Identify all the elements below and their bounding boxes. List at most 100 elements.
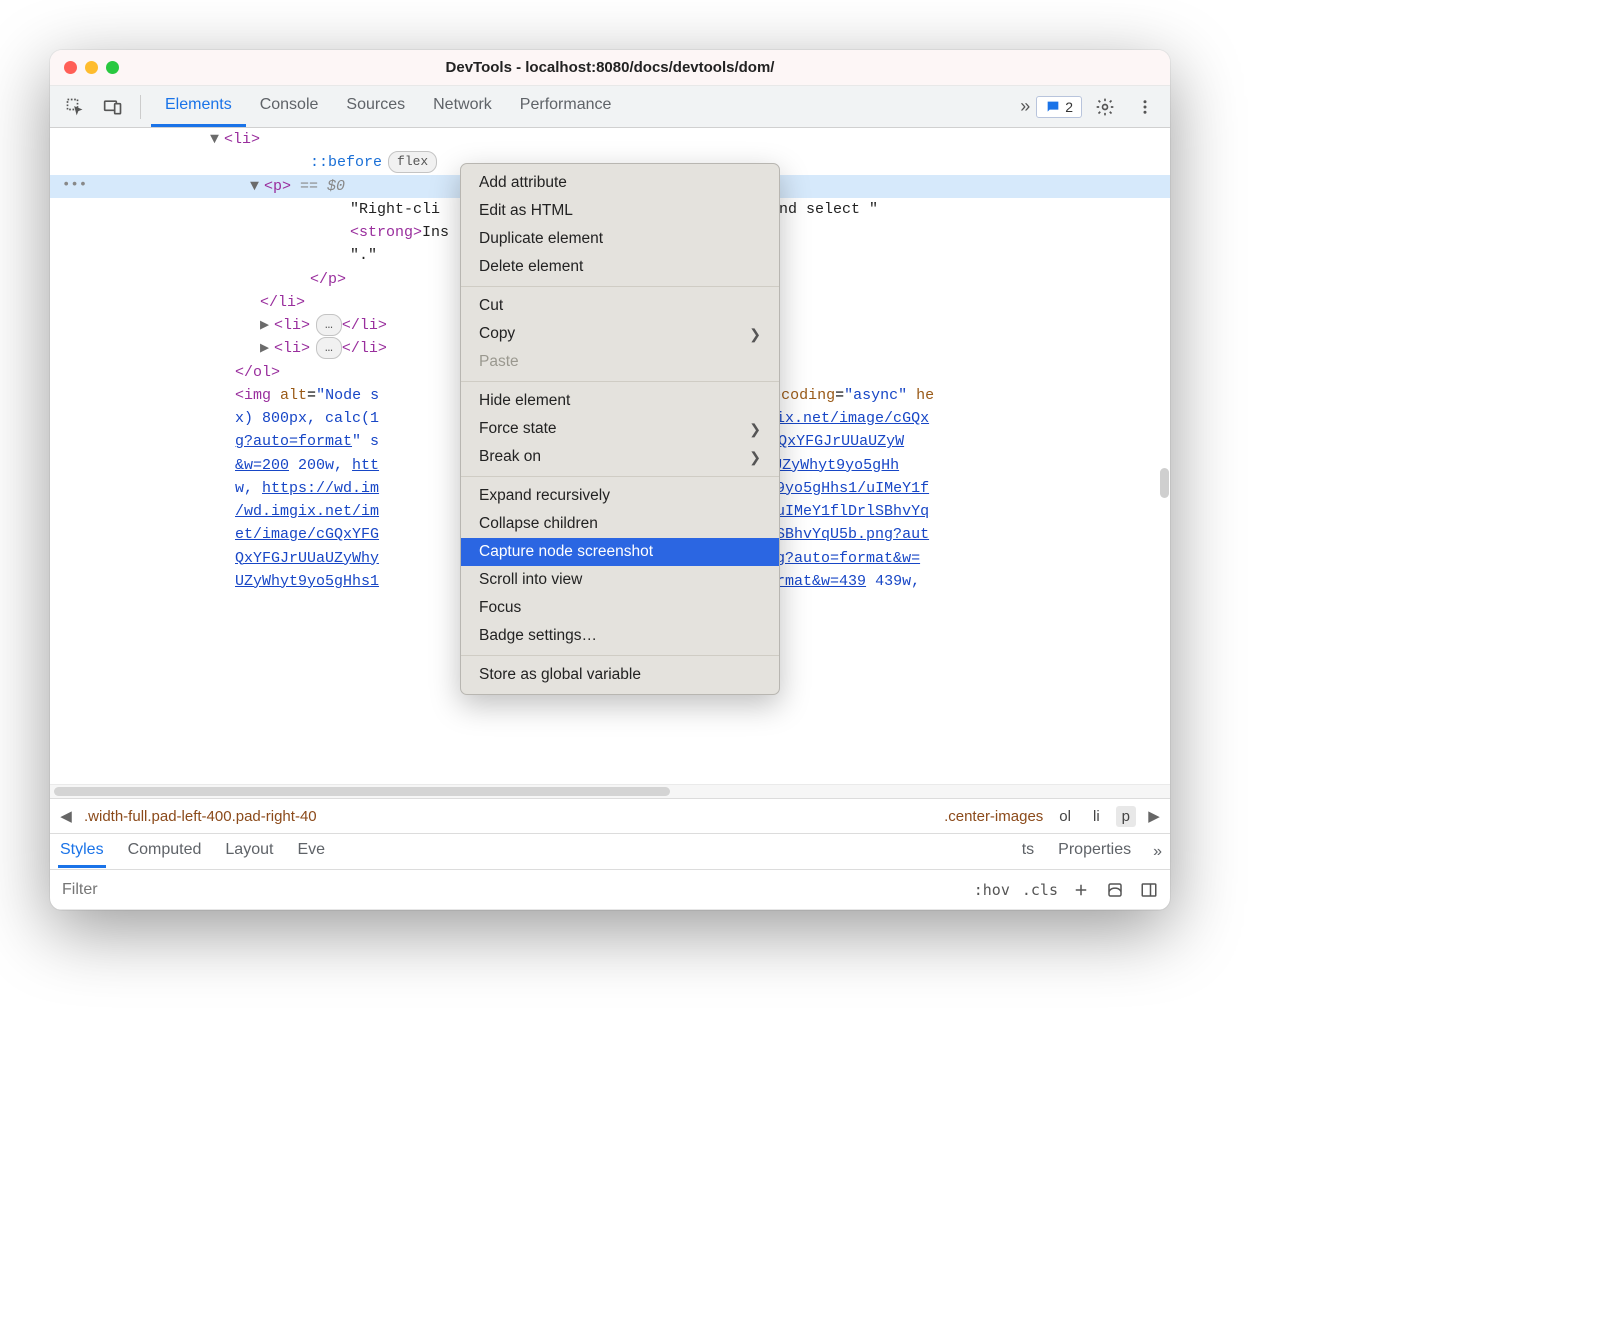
menu-item-label: Hide element — [479, 392, 570, 410]
menu-item-badge-settings[interactable]: Badge settings… — [461, 622, 779, 650]
menu-item-force-state[interactable]: Force state ❯ — [461, 415, 779, 443]
expand-triangle-icon[interactable]: ▶ — [260, 314, 274, 337]
flex-badge[interactable]: flex — [388, 151, 437, 173]
menu-item-label: Duplicate element — [479, 230, 603, 248]
traffic-lights — [64, 61, 119, 74]
menu-item-label: Badge settings… — [479, 627, 597, 645]
filter-input[interactable] — [60, 880, 966, 900]
menu-item-duplicate-element[interactable]: Duplicate element — [461, 225, 779, 253]
menu-item-label: Focus — [479, 599, 521, 617]
menu-item-focus[interactable]: Focus — [461, 594, 779, 622]
pseudo-before[interactable]: ::before — [310, 154, 382, 171]
url-link[interactable]: g?auto=format — [235, 433, 352, 450]
expand-triangle-icon[interactable]: ▼ — [210, 128, 224, 151]
breadcrumb-item[interactable]: .center-images — [944, 808, 1043, 825]
url-link[interactable]: UZyWhyt9yo5gHhs1 — [235, 573, 379, 590]
tab-event-listeners[interactable]: Eve — [295, 835, 327, 868]
settings-icon[interactable] — [1088, 92, 1122, 122]
issues-count: 2 — [1065, 99, 1073, 115]
tab-elements[interactable]: Elements — [151, 86, 246, 127]
submenu-arrow-icon: ❯ — [749, 421, 761, 438]
submenu-arrow-icon: ❯ — [749, 326, 761, 343]
context-menu: Add attribute Edit as HTML Duplicate eleme… — [460, 163, 780, 695]
breadcrumb-item-selected[interactable]: p — [1116, 806, 1136, 827]
breadcrumb-item[interactable]: li — [1087, 806, 1106, 827]
menu-item-expand-recursively[interactable]: Expand recursively — [461, 482, 779, 510]
url-link[interactable]: QxYFGJrUUaUZyWhy — [235, 550, 379, 567]
ellipsis-badge[interactable]: … — [316, 337, 342, 359]
menu-item-label: Add attribute — [479, 174, 567, 192]
tab-network[interactable]: Network — [419, 86, 506, 127]
new-style-rule-icon[interactable] — [1070, 879, 1092, 901]
menu-item-label: Expand recursively — [479, 487, 610, 505]
expand-triangle-icon[interactable]: ▼ — [250, 175, 264, 198]
breadcrumb-scroll-left-icon[interactable]: ◀ — [58, 807, 74, 825]
toggle-sidebar-icon[interactable] — [1138, 879, 1160, 901]
menu-item-copy[interactable]: Copy❯ — [461, 320, 779, 348]
tab-layout[interactable]: Layout — [223, 835, 275, 868]
tag-li-close: </li> — [260, 294, 305, 311]
computed-styles-icon[interactable] — [1104, 879, 1126, 901]
tab-sources[interactable]: Sources — [332, 86, 419, 127]
gutter-dots-icon[interactable]: ••• — [62, 175, 87, 197]
tab-styles[interactable]: Styles — [58, 835, 106, 868]
devtools-window: DevTools - localhost:8080/docs/devtools/… — [50, 50, 1170, 910]
url-link[interactable]: htt — [352, 457, 379, 474]
menu-item-break-on[interactable]: Break on ❯ — [461, 443, 779, 471]
close-window-button[interactable] — [64, 61, 77, 74]
breadcrumb-item[interactable]: ol — [1053, 806, 1077, 827]
menu-item-label: Break on — [479, 448, 541, 466]
menu-item-label: Edit as HTML — [479, 202, 573, 220]
tag-p-open[interactable]: <p> — [264, 178, 291, 195]
ellipsis-badge[interactable]: … — [316, 314, 342, 336]
menu-item-label: Collapse children — [479, 515, 598, 533]
tag-li-open: <li> — [224, 131, 260, 148]
url-link[interactable]: &w=200 — [235, 457, 289, 474]
menu-item-label: Capture node screenshot — [479, 543, 653, 561]
styles-pane-tabs: Styles Computed Layout Eve ts Properties… — [50, 834, 1170, 870]
menu-item-delete-element[interactable]: Delete element — [461, 253, 779, 281]
breadcrumb-scroll-right-icon[interactable]: ▶ — [1146, 807, 1162, 825]
menu-item-label: Force state — [479, 420, 557, 438]
toggle-hover-button[interactable]: :hov — [974, 881, 1010, 899]
text-node: "." — [350, 247, 377, 264]
url-link[interactable]: https://wd.im — [262, 480, 379, 497]
menu-divider — [461, 655, 779, 656]
issues-badge[interactable]: 2 — [1036, 96, 1082, 118]
expand-triangle-icon[interactable]: ▶ — [260, 337, 274, 360]
tab-properties[interactable]: Properties — [1056, 835, 1133, 868]
url-link[interactable]: et/image/cGQxYFG — [235, 526, 379, 543]
menu-item-label: Cut — [479, 297, 503, 315]
more-styles-tabs-icon[interactable]: » — [1153, 843, 1162, 861]
menu-item-collapse-children[interactable]: Collapse children — [461, 510, 779, 538]
submenu-arrow-icon: ❯ — [749, 449, 761, 466]
menu-item-store-as-global-variable[interactable]: Store as global variable — [461, 661, 779, 689]
menu-item-add-attribute[interactable]: Add attribute — [461, 169, 779, 197]
menu-item-hide-element[interactable]: Hide element — [461, 387, 779, 415]
zoom-window-button[interactable] — [106, 61, 119, 74]
menu-item-capture-node-screenshot[interactable]: Capture node screenshot — [461, 538, 779, 566]
menu-item-cut[interactable]: Cut — [461, 292, 779, 320]
tag-strong: <strong> — [350, 224, 422, 241]
url-link[interactable]: /wd.imgix.net/im — [235, 503, 379, 520]
titlebar: DevTools - localhost:8080/docs/devtools/… — [50, 50, 1170, 86]
minimize-window-button[interactable] — [85, 61, 98, 74]
horizontal-scrollbar[interactable] — [50, 784, 1170, 798]
breadcrumb-item[interactable]: .width-full.pad-left-400.pad-right-40 — [84, 808, 317, 825]
inspect-element-icon[interactable] — [58, 92, 92, 122]
selected-node-indicator: == $0 — [300, 178, 345, 195]
toggle-classes-button[interactable]: .cls — [1022, 881, 1058, 899]
vertical-scrollbar[interactable] — [1160, 468, 1169, 498]
kebab-menu-icon[interactable] — [1128, 92, 1162, 122]
tab-computed[interactable]: Computed — [126, 835, 204, 868]
menu-item-label: Store as global variable — [479, 666, 641, 684]
menu-item-edit-as-html[interactable]: Edit as HTML — [461, 197, 779, 225]
menu-item-scroll-into-view[interactable]: Scroll into view — [461, 566, 779, 594]
menu-item-label: Scroll into view — [479, 571, 582, 589]
device-toolbar-icon[interactable] — [96, 92, 130, 122]
tab-performance[interactable]: Performance — [506, 86, 626, 127]
more-tabs-icon[interactable]: » — [1020, 96, 1030, 117]
tab-console[interactable]: Console — [246, 86, 333, 127]
tag-p-close: </p> — [310, 271, 346, 288]
tab-partial[interactable]: ts — [1020, 835, 1036, 868]
